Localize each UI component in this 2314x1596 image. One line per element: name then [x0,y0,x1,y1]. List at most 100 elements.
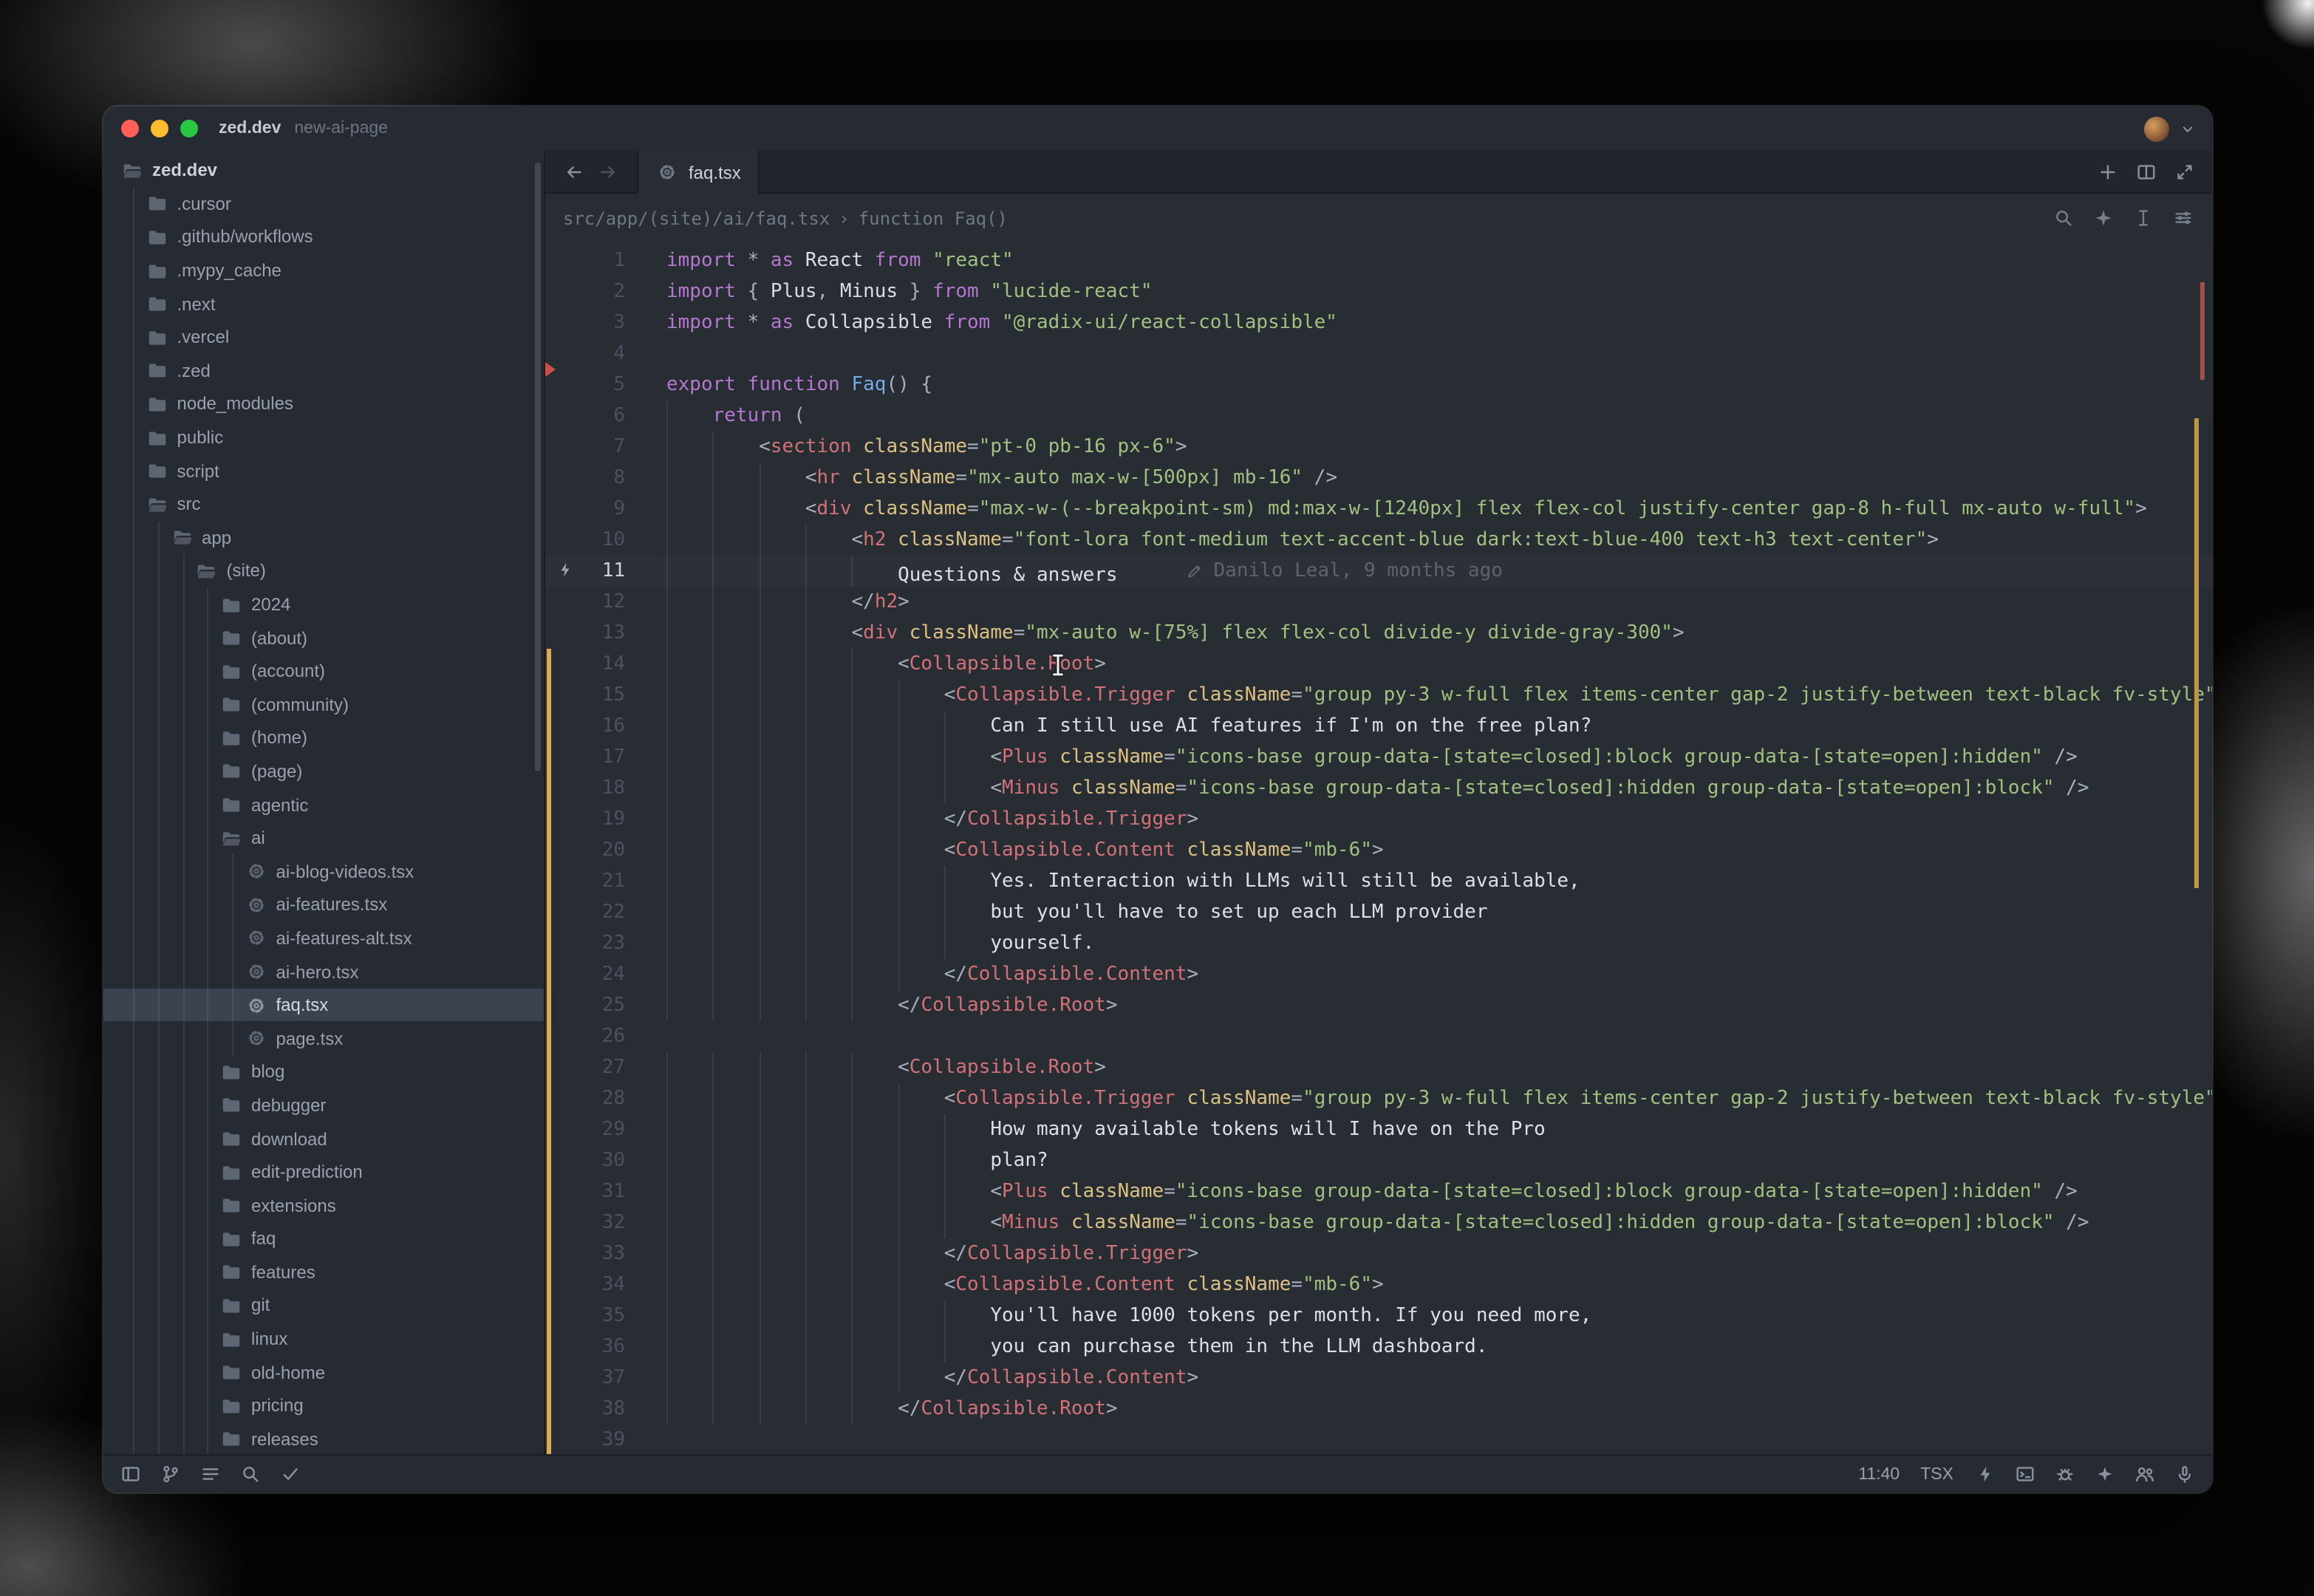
language-indicator[interactable]: TSX [1920,1465,1953,1483]
tree-item-folder[interactable]: src [103,488,544,521]
code-line[interactable]: 28 <Collapsible.Trigger className="group… [545,1083,2212,1114]
navigate-forward-icon[interactable] [597,160,619,183]
editor-controls-icon[interactable] [2172,207,2194,229]
tree-item-folder[interactable]: .cursor [103,187,544,220]
tree-item-folder[interactable]: pricing [103,1389,544,1422]
code-editor[interactable]: 1import * as React from "react"2import {… [545,242,2212,1454]
search-panel-icon[interactable] [239,1463,262,1485]
tree-item-folder[interactable]: script [103,454,544,488]
tree-item-folder[interactable]: app [103,521,544,554]
code-line[interactable]: 10 <h2 className="font-lora font-medium … [545,525,2212,556]
tree-item-folder[interactable]: (account) [103,655,544,688]
code-line[interactable]: 16 Can I still use AI features if I'm on… [545,711,2212,742]
tree-item-folder[interactable]: ai [103,822,544,855]
git-branch-icon[interactable] [160,1463,182,1485]
microphone-icon[interactable] [2174,1463,2196,1485]
tree-item-folder[interactable]: (home) [103,721,544,754]
tree-item-folder[interactable]: public [103,421,544,454]
tree-item-folder[interactable]: debugger [103,1088,544,1122]
project-name[interactable]: zed.dev [219,120,281,137]
code-line[interactable]: 9 <div className="max-w-(--breakpoint-sm… [545,494,2212,525]
tree-item-folder[interactable]: (page) [103,754,544,788]
diagnostics-check-icon[interactable] [279,1463,301,1485]
code-line[interactable]: 37 </Collapsible.Content> [545,1363,2212,1394]
git-branch-name[interactable]: new-ai-page [294,120,388,137]
tree-item-file[interactable]: faq.tsx [103,989,544,1022]
code-line[interactable]: 1import * as React from "react" [545,245,2212,276]
code-line[interactable]: 22 but you'll have to set up each LLM pr… [545,897,2212,928]
tree-item-folder[interactable]: linux [103,1323,544,1356]
tree-item-folder[interactable]: download [103,1122,544,1155]
code-line[interactable]: 7 <section className="pt-0 pb-16 px-6"> [545,432,2212,463]
code-line[interactable]: 12 </h2> [545,587,2212,618]
tree-item-folder[interactable]: releases [103,1422,544,1454]
code-line[interactable]: 17 <Plus className="icons-base group-dat… [545,742,2212,773]
code-line[interactable]: 3import * as Collapsible from "@radix-ui… [545,307,2212,338]
code-line[interactable]: 6 return ( [545,400,2212,432]
tree-item-folder[interactable]: blog [103,1055,544,1088]
code-line[interactable]: 35 You'll have 1000 tokens per month. If… [545,1300,2212,1331]
code-line[interactable]: 21 Yes. Interaction with LLMs will still… [545,866,2212,897]
code-line[interactable]: 30 plan? [545,1145,2212,1176]
tree-item-folder[interactable]: git [103,1289,544,1322]
inline-git-blame[interactable]: Danilo Leal, 9 months ago [1186,556,1503,587]
tree-item-folder[interactable]: zed.dev [103,154,544,187]
tab-faq-tsx[interactable]: faq.tsx [637,151,760,194]
tree-item-folder[interactable]: .mypy_cache [103,254,544,287]
code-line[interactable]: 2import { Plus, Minus } from "lucide-rea… [545,276,2212,307]
sidebar-scrollbar[interactable] [535,163,541,771]
tree-item-folder[interactable]: edit-prediction [103,1156,544,1189]
code-line[interactable]: 32 <Minus className="icons-base group-da… [545,1207,2212,1238]
chevron-down-icon[interactable] [2178,119,2197,138]
split-pane-icon[interactable] [2135,160,2157,183]
code-line[interactable]: 33 </Collapsible.Trigger> [545,1238,2212,1269]
code-line[interactable]: 36 you can purchase them in the LLM dash… [545,1331,2212,1363]
tree-item-file[interactable]: ai-features-alt.tsx [103,921,544,955]
code-line[interactable]: 25 </Collapsible.Root> [545,990,2212,1021]
code-line[interactable]: 27 <Collapsible.Root> [545,1052,2212,1083]
debugger-icon[interactable] [2054,1463,2076,1485]
cursor-position[interactable]: 11:40 [1858,1465,1900,1483]
code-line[interactable]: 5export function Faq() { [545,369,2212,400]
code-line[interactable]: 39 [545,1425,2212,1454]
code-line[interactable]: 29 How many available tokens will I have… [545,1114,2212,1145]
outline-panel-icon[interactable] [199,1463,222,1485]
code-line[interactable]: 8 <hr className="mx-auto max-w-[500px] m… [545,463,2212,494]
breadcrumb-path[interactable]: src/app/(site)/ai/faq.tsx [563,208,830,228]
tree-item-file[interactable]: ai-blog-videos.tsx [103,855,544,888]
code-line[interactable]: 11 Questions & answersDanilo Leal, 9 mon… [545,556,2212,587]
code-line[interactable]: 26 [545,1021,2212,1052]
tree-item-folder[interactable]: extensions [103,1189,544,1222]
code-line[interactable]: 18 <Minus className="icons-base group-da… [545,773,2212,804]
buffer-search-icon[interactable] [2052,207,2075,229]
tree-item-folder[interactable]: (about) [103,621,544,655]
code-line[interactable]: 38 </Collapsible.Root> [545,1394,2212,1425]
user-avatar[interactable] [2144,116,2169,141]
tree-item-folder[interactable]: agentic [103,788,544,822]
navigate-back-icon[interactable] [563,160,585,183]
minimize-window-button[interactable] [151,120,168,137]
code-line[interactable]: 14 <Collapsible.Root> [545,649,2212,680]
assistant-icon[interactable] [2094,1463,2116,1485]
tree-item-file[interactable]: page.tsx [103,1022,544,1055]
inline-assist-icon[interactable] [2092,207,2115,229]
edit-prediction-icon[interactable] [1974,1463,1996,1485]
code-line[interactable]: 31 <Plus className="icons-base group-dat… [545,1176,2212,1207]
code-action-icon[interactable] [556,560,576,581]
zoom-window-button[interactable] [180,120,198,137]
tree-item-folder[interactable]: faq [103,1222,544,1255]
tree-item-file[interactable]: ai-hero.tsx [103,955,544,989]
multibuffer-icon[interactable] [2132,207,2154,229]
breadcrumb-symbol[interactable]: function Faq() [859,208,1008,228]
tree-item-folder[interactable]: .github/workflows [103,220,544,253]
code-line[interactable]: 34 <Collapsible.Content className="mb-6"… [545,1269,2212,1300]
new-tab-icon[interactable] [2097,160,2119,183]
tree-item-folder[interactable]: .vercel [103,321,544,354]
code-line[interactable]: 20 <Collapsible.Content className="mb-6"… [545,835,2212,866]
maximize-pane-icon[interactable] [2174,160,2196,183]
tree-item-folder[interactable]: (site) [103,554,544,587]
code-line[interactable]: 23 yourself. [545,928,2212,959]
tree-item-folder[interactable]: old-home [103,1356,544,1389]
project-panel-icon[interactable] [120,1463,142,1485]
code-line[interactable]: 15 <Collapsible.Trigger className="group… [545,680,2212,711]
